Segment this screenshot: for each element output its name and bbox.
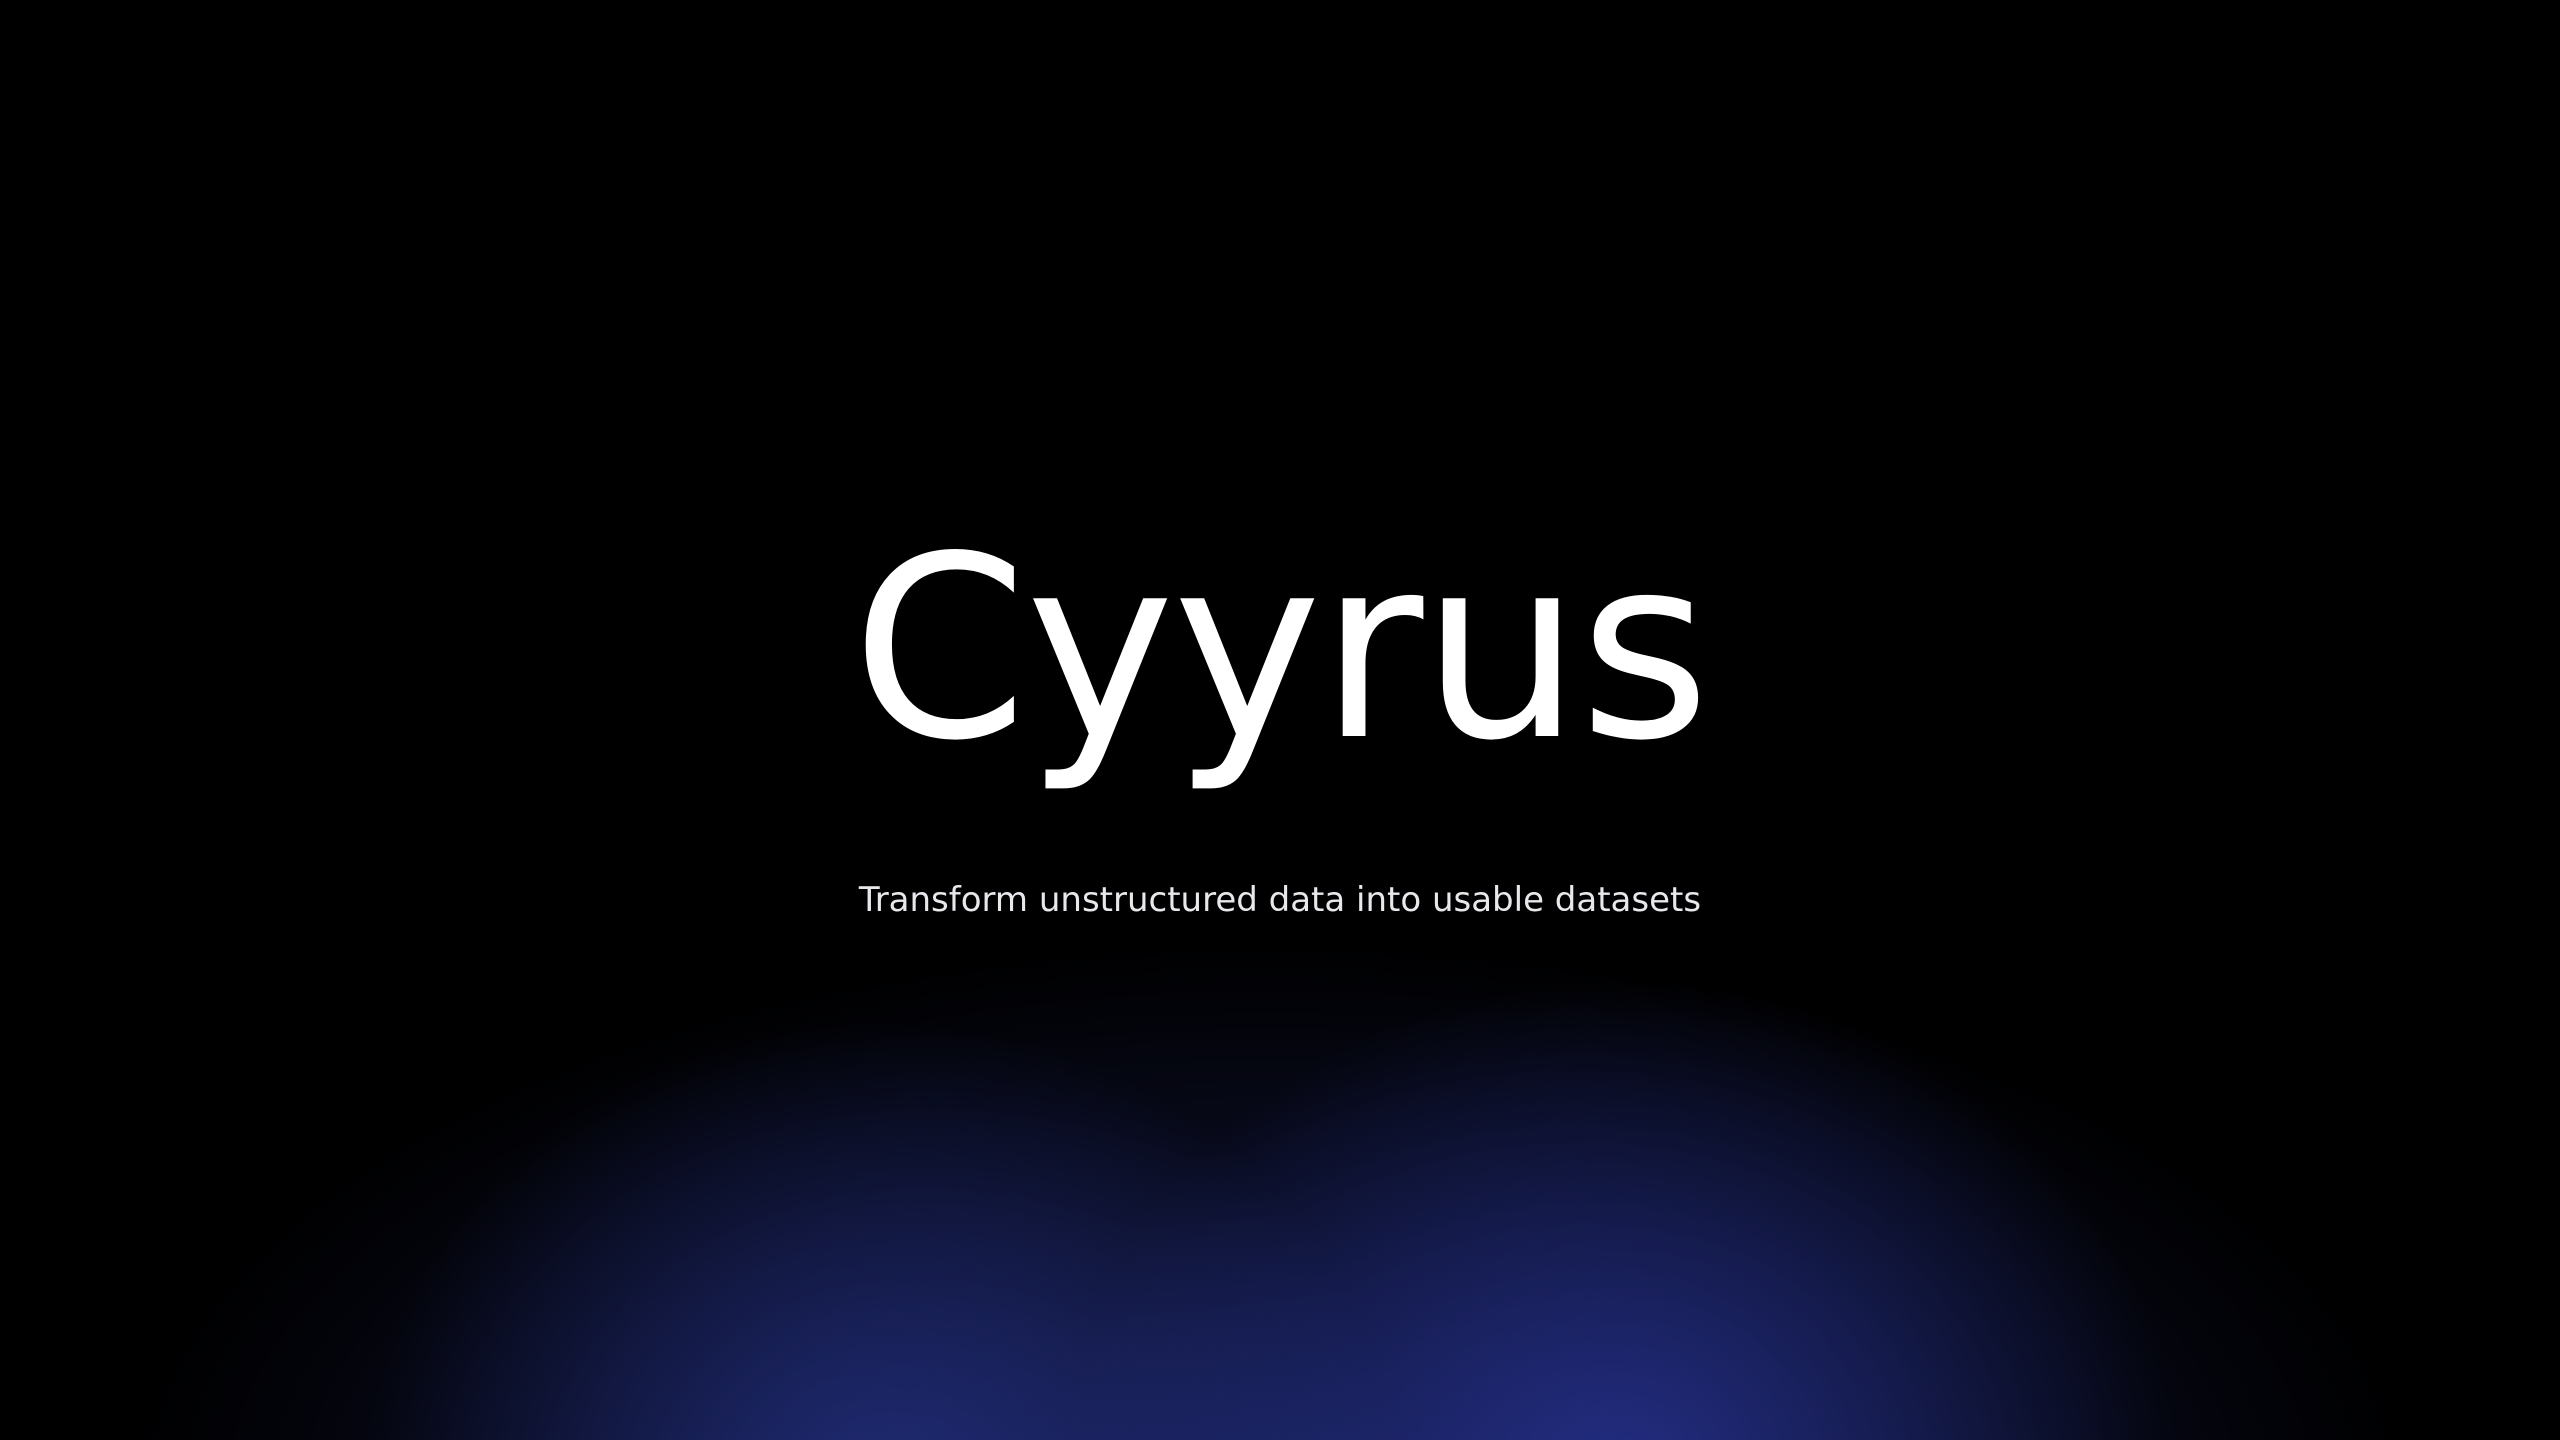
hero-tagline: Transform unstructured data into usable … (858, 880, 1702, 920)
hero-section: Cyyrus Transform unstructured data into … (0, 0, 2560, 1440)
hero-title: Cyyrus (851, 503, 1711, 796)
landing-page: Cyyrus Transform unstructured data into … (0, 0, 2560, 1440)
